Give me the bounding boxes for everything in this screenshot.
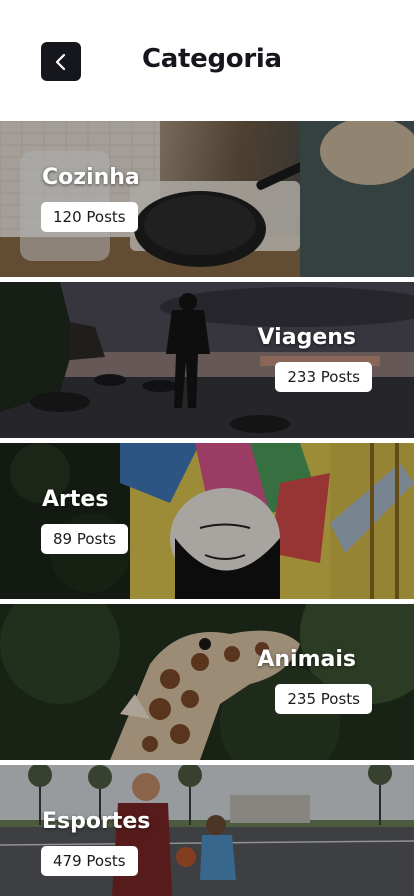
post-count-badge: 235 Posts <box>275 684 372 714</box>
category-title: Cozinha <box>42 165 140 190</box>
category-card-cozinha[interactable]: Cozinha 120 Posts <box>0 121 414 277</box>
category-card-artes[interactable]: Artes 89 Posts <box>0 443 414 599</box>
post-count-badge: 479 Posts <box>41 846 138 876</box>
page-title: Categoria <box>142 44 282 74</box>
category-title: Artes <box>42 487 109 512</box>
post-count-badge: 120 Posts <box>41 202 138 232</box>
chevron-left-icon <box>55 53 66 70</box>
back-button[interactable] <box>41 42 81 81</box>
post-count-badge: 233 Posts <box>275 362 372 392</box>
category-card-esportes[interactable]: Esportes 479 Posts <box>0 765 414 896</box>
category-card-viagens[interactable]: Viagens 233 Posts <box>0 282 414 438</box>
category-card-animais[interactable]: Animais 235 Posts <box>0 604 414 760</box>
app-header: Categoria <box>0 0 414 121</box>
category-title: Esportes <box>42 809 151 834</box>
category-title: Animais <box>257 647 356 672</box>
category-title: Viagens <box>257 325 356 350</box>
post-count-badge: 89 Posts <box>41 524 129 554</box>
